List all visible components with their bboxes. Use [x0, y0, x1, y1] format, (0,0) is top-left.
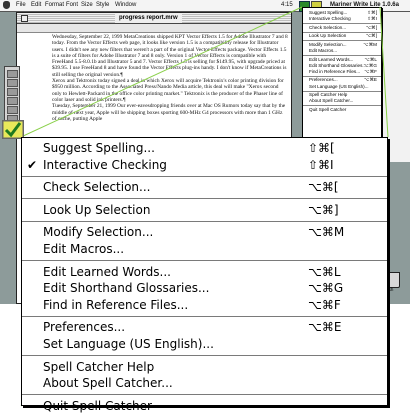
small-menu-item-quit-spell-catcher[interactable]: Quit Spell Catcher [307, 107, 378, 113]
tool-palette [4, 66, 20, 128]
menu-item-label: Preferences... [43, 320, 126, 335]
close-box-icon[interactable] [21, 15, 28, 22]
ruler[interactable] [17, 24, 291, 33]
menu-item-label: Set Language (US English)... [43, 337, 214, 351]
menu-item-shortcut: ⇧⌘I [367, 16, 377, 22]
menu-font[interactable]: Font [66, 0, 78, 11]
menubar-clock: 4:15 [281, 2, 293, 8]
menu-item-edit-shorthand-glossaries[interactable]: Edit Shorthand Glossaries... ⌥⌘G [22, 280, 387, 296]
menu-separator [22, 394, 387, 396]
menu-window[interactable]: Window [115, 0, 136, 11]
menu-item-label: Find in Reference Files... [309, 68, 361, 74]
small-menu-item-preferences[interactable]: Preferences... ⌥⌘E [307, 77, 378, 83]
menu-item-preferences[interactable]: Preferences... ⌥⌘E [22, 319, 387, 335]
menu-item-shortcut: ⌥⌘L [308, 264, 341, 279]
apple-menu-icon[interactable] [3, 1, 10, 9]
menu-item-label: Check Selection... [43, 180, 151, 195]
menu-item-edit-macros[interactable]: Edit Macros... [22, 241, 387, 257]
menu-item-look-up-selection[interactable]: Look Up Selection ⌥⌘] [22, 202, 387, 218]
menu-item-spell-catcher-help[interactable]: Spell Catcher Help [22, 359, 387, 375]
spell-catcher-menu: Suggest Spelling... ⇧⌘[ ✔ Interactive Check… [21, 137, 388, 413]
menu-item-shortcut: ⌥⌘[ [308, 180, 339, 195]
menu-separator [22, 315, 387, 317]
tool-button[interactable] [7, 79, 18, 87]
menu-format[interactable]: Format [45, 0, 64, 11]
small-menu-item-edit-shorthand-glossaries[interactable]: Edit Shorthand Glossaries... ⌥⌘G [307, 63, 378, 69]
small-menu-item-find-in-reference-files[interactable]: Find in Reference Files... ⌥⌘F [307, 69, 378, 75]
small-menu-item-spell-catcher-help[interactable]: Spell Catcher Help [307, 92, 378, 98]
spell-menu-small: Suggest Spelling... ⇧⌘[Interactive Checki… [302, 7, 382, 145]
menu-item-label: Quit Spell Catcher [43, 398, 152, 413]
menu-item-label: Quit Spell Catcher [309, 106, 347, 112]
menu-item-shortcut: ⇧⌘[ [308, 141, 335, 155]
menu-item-quit-spell-catcher[interactable]: Quit Spell Catcher [22, 398, 387, 414]
menu-item-shortcut: ⌥⌘G [308, 281, 344, 296]
paragraph: Xerox and Tektronix today signed a deal … [52, 78, 284, 103]
menu-item-label: About Spell Catcher... [43, 376, 173, 391]
tool-button[interactable] [7, 106, 18, 114]
menu-separator [22, 198, 387, 200]
menu-item-label: Spell Catcher Help [43, 359, 155, 374]
menu-item-shortcut: ⌥⌘E [308, 320, 342, 335]
small-menu-item-edit-macros[interactable]: Edit Macros... [307, 48, 378, 54]
tool-button[interactable] [7, 70, 18, 78]
menu-item-check-selection[interactable]: Check Selection... ⌥⌘[ [22, 179, 387, 195]
menu-separator [22, 175, 387, 177]
small-menu-item-edit-learned-words[interactable]: Edit Learned Words... ⌥⌘L [307, 57, 378, 63]
checkmark-icon: ✔ [27, 157, 38, 172]
menu-size[interactable]: Size [81, 0, 93, 11]
small-menu-item-suggest-spelling[interactable]: Suggest Spelling... ⇧⌘[ [307, 10, 378, 16]
menu-separator [22, 220, 387, 222]
menu-item-find-in-reference-files[interactable]: Find in Reference Files... ⌥⌘F [22, 297, 387, 313]
menu-item-set-language[interactable]: Set Language (US English)... [22, 336, 387, 352]
menu-item-shortcut: ⌥⌘] [308, 202, 339, 217]
menu-item-label: Interactive Checking [309, 16, 351, 22]
menu-item-label: About Spell Catcher... [309, 98, 354, 104]
menu-item-label: Modify Selection... [43, 225, 154, 240]
menu-item-modify-selection[interactable]: Modify Selection... ⌥⌘M [22, 224, 387, 240]
paragraph: Wednesday, September 22, 1999 MetaCreati… [52, 34, 288, 78]
menu-item-label: Edit Macros... [43, 242, 125, 256]
menu-item-label: Edit Macros... [309, 48, 338, 53]
menu-item-label: Interactive Checking [43, 157, 167, 172]
menu-item-edit-learned-words[interactable]: Edit Learned Words... ⌥⌘L [22, 264, 387, 280]
menu-item-shortcut: ⇧⌘I [308, 157, 334, 172]
tool-button[interactable] [7, 88, 18, 96]
paragraph: Tuesday, September 21, 1999 Our ever-eav… [52, 103, 286, 122]
menu-item-about-spell-catcher[interactable]: About Spell Catcher... [22, 375, 387, 391]
small-menu-item-about-spell-catcher[interactable]: About Spell Catcher... [307, 98, 378, 104]
menu-item-interactive-checking[interactable]: ✔ Interactive Checking ⇧⌘I [22, 157, 387, 173]
menu-item-label: Check Selection... [309, 24, 347, 30]
menu-file[interactable]: File [16, 0, 26, 11]
menu-item-label: Look Up Selection [309, 33, 347, 39]
menu-item-label: Set Language (US English)... [309, 83, 369, 89]
small-menu-item-check-selection[interactable]: Check Selection... ⌥⌘[ [307, 25, 378, 31]
menu-item-label: Look Up Selection [43, 202, 151, 217]
document-titlebar[interactable]: progress report.mrw [17, 13, 291, 24]
menu-edit[interactable]: Edit [31, 0, 41, 11]
menu-item-shortcut: ⌥⌘F [308, 297, 341, 312]
small-menu-item-modify-selection[interactable]: Modify Selection... ⌥⌘M [307, 42, 378, 48]
menu-item-label: Edit Shorthand Glossaries... [43, 281, 210, 296]
menu-item-label: Edit Learned Words... [43, 264, 171, 279]
menu-separator [22, 355, 387, 357]
menu-item-label: Find in Reference Files... [43, 297, 189, 312]
menu-item-shortcut: ⌥⌘F [364, 68, 377, 74]
document-title: progress report.mrw [115, 13, 182, 23]
menu-item-suggest-spelling[interactable]: Suggest Spelling... ⇧⌘[ [22, 140, 387, 156]
small-menu-item-look-up-selection[interactable]: Look Up Selection ⌥⌘] [307, 33, 378, 39]
menu-separator [22, 260, 387, 262]
menu-item-shortcut: ⌥⌘M [308, 225, 345, 240]
small-menu-item-interactive-checking[interactable]: Interactive Checking ⇧⌘I [307, 16, 378, 22]
tool-button[interactable] [7, 97, 18, 105]
menu-style[interactable]: Style [96, 0, 109, 11]
menu-item-shortcut: ⌥⌘[ [365, 24, 377, 30]
small-menu-item-set-language[interactable]: Set Language (US English)... [307, 84, 378, 90]
trash-icon[interactable] [386, 272, 400, 288]
menu-item-label: Suggest Spelling... [43, 141, 155, 155]
menu-item-shortcut: ⌥⌘] [365, 33, 377, 39]
